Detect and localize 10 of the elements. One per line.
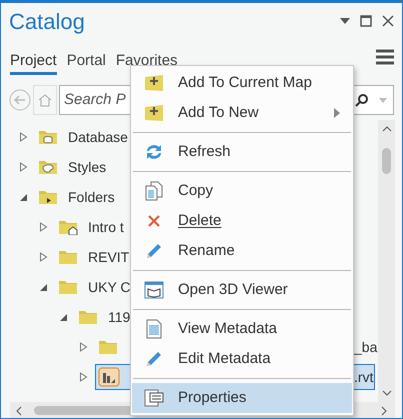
tree-item-label: _ba [354, 338, 378, 357]
tree-item-label: 119 [108, 308, 130, 326]
tree-item-label: UKY C [88, 278, 131, 296]
tree-item-label: Intro t [88, 218, 124, 236]
tree-item-label: Folders [68, 188, 115, 206]
tree-item-label: Styles [68, 158, 106, 177]
tree-item-label: .rvt [354, 368, 374, 386]
window-title: Catalog [9, 8, 85, 36]
tree-item-label: Database [68, 128, 128, 146]
tree-item-label: REVIT [88, 248, 130, 266]
